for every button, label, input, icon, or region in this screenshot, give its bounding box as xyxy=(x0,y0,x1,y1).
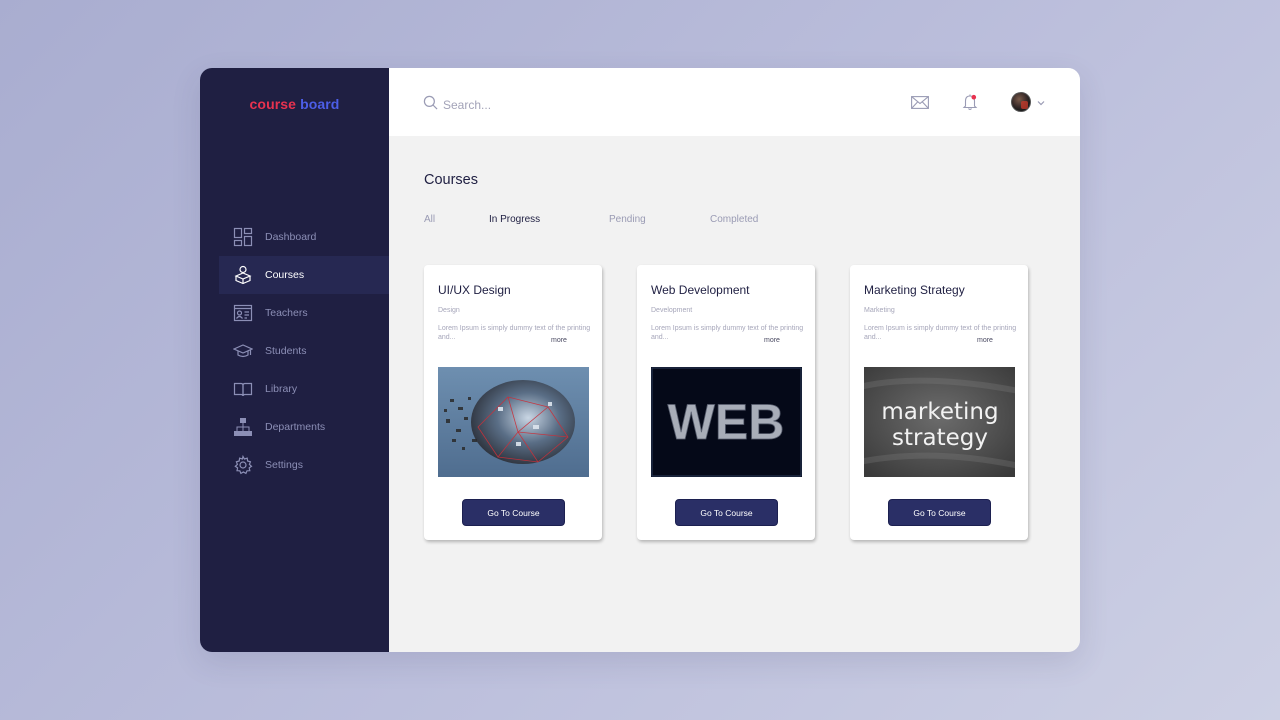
marketing-image-text: marketing xyxy=(881,399,998,425)
sidebar-item-label: Settings xyxy=(265,459,303,471)
library-icon xyxy=(233,379,253,399)
sidebar-item-teachers[interactable]: Teachers xyxy=(219,294,389,332)
tab-pending[interactable]: Pending xyxy=(609,214,646,225)
sidebar-item-library[interactable]: Library xyxy=(219,370,389,408)
more-link[interactable]: more xyxy=(551,337,567,344)
logo-part-board: board xyxy=(300,96,340,112)
more-link[interactable]: more xyxy=(977,337,993,344)
user-menu[interactable] xyxy=(1011,92,1045,112)
chevron-down-icon[interactable] xyxy=(1037,93,1045,111)
course-description: Lorem Ipsum is simply dummy text of the … xyxy=(438,325,591,341)
go-to-course-button[interactable]: Go To Course xyxy=(675,499,778,526)
sidebar-item-settings[interactable]: Settings xyxy=(219,446,389,484)
course-title: UI/UX Design xyxy=(438,283,511,297)
sidebar-item-label: Teachers xyxy=(265,307,308,319)
departments-icon xyxy=(233,417,253,437)
courses-icon xyxy=(233,265,253,285)
search-input[interactable] xyxy=(443,98,643,112)
tab-all[interactable]: All xyxy=(424,214,435,225)
course-card: UI/UX Design Design Lorem Ipsum is simpl… xyxy=(424,265,602,540)
course-category: Marketing xyxy=(864,307,895,314)
course-image xyxy=(438,367,589,477)
web-image-text: WEB xyxy=(668,394,785,450)
sidebar-item-label: Departments xyxy=(265,421,326,433)
teachers-icon xyxy=(233,303,253,323)
go-to-course-button[interactable]: Go To Course xyxy=(462,499,565,526)
course-image: marketing strategy xyxy=(864,367,1015,477)
go-to-course-button[interactable]: Go To Course xyxy=(888,499,991,526)
bell-icon[interactable] xyxy=(960,92,980,112)
sidebar-item-label: Students xyxy=(265,345,307,357)
course-card: Web Development Development Lorem Ipsum … xyxy=(637,265,815,540)
course-title: Web Development xyxy=(651,283,750,297)
course-category: Design xyxy=(438,307,460,314)
course-category: Development xyxy=(651,307,693,314)
search-box xyxy=(423,95,643,115)
course-image: WEB xyxy=(651,367,802,477)
logo[interactable]: course board xyxy=(200,96,389,112)
sidebar-item-label: Courses xyxy=(265,269,305,281)
page-title: Courses xyxy=(424,172,478,188)
more-link[interactable]: more xyxy=(764,337,780,344)
sidebar-item-dashboard[interactable]: Dashboard xyxy=(219,218,389,256)
avatar[interactable] xyxy=(1011,92,1031,112)
sidebar-nav: Dashboard Courses Teachers Students Libr… xyxy=(219,218,389,484)
main-content: Courses All In Progress Pending Complete… xyxy=(389,68,1080,652)
logo-part-course: course xyxy=(249,96,297,112)
tab-in-progress[interactable]: In Progress xyxy=(489,214,540,225)
course-description: Lorem Ipsum is simply dummy text of the … xyxy=(864,325,1017,341)
strategy-image-text: strategy xyxy=(892,425,988,451)
sidebar-item-departments[interactable]: Departments xyxy=(219,408,389,446)
search-icon[interactable] xyxy=(423,95,443,115)
course-description: Lorem Ipsum is simply dummy text of the … xyxy=(651,325,804,341)
dashboard-icon xyxy=(233,227,253,247)
sidebar-item-students[interactable]: Students xyxy=(219,332,389,370)
sidebar: course board Dashboard Courses Teachers … xyxy=(200,68,389,652)
settings-icon xyxy=(233,455,253,475)
sidebar-item-label: Library xyxy=(265,383,298,395)
course-card: Marketing Strategy Marketing Lorem Ipsum… xyxy=(850,265,1028,540)
sidebar-item-label: Dashboard xyxy=(265,231,317,243)
mail-icon[interactable] xyxy=(910,92,930,112)
course-title: Marketing Strategy xyxy=(864,283,965,297)
students-icon xyxy=(233,341,253,361)
sidebar-item-courses[interactable]: Courses xyxy=(219,256,389,294)
tab-completed[interactable]: Completed xyxy=(710,214,758,225)
top-bar xyxy=(389,68,1080,136)
app-window: course board Dashboard Courses Teachers … xyxy=(200,68,1080,652)
